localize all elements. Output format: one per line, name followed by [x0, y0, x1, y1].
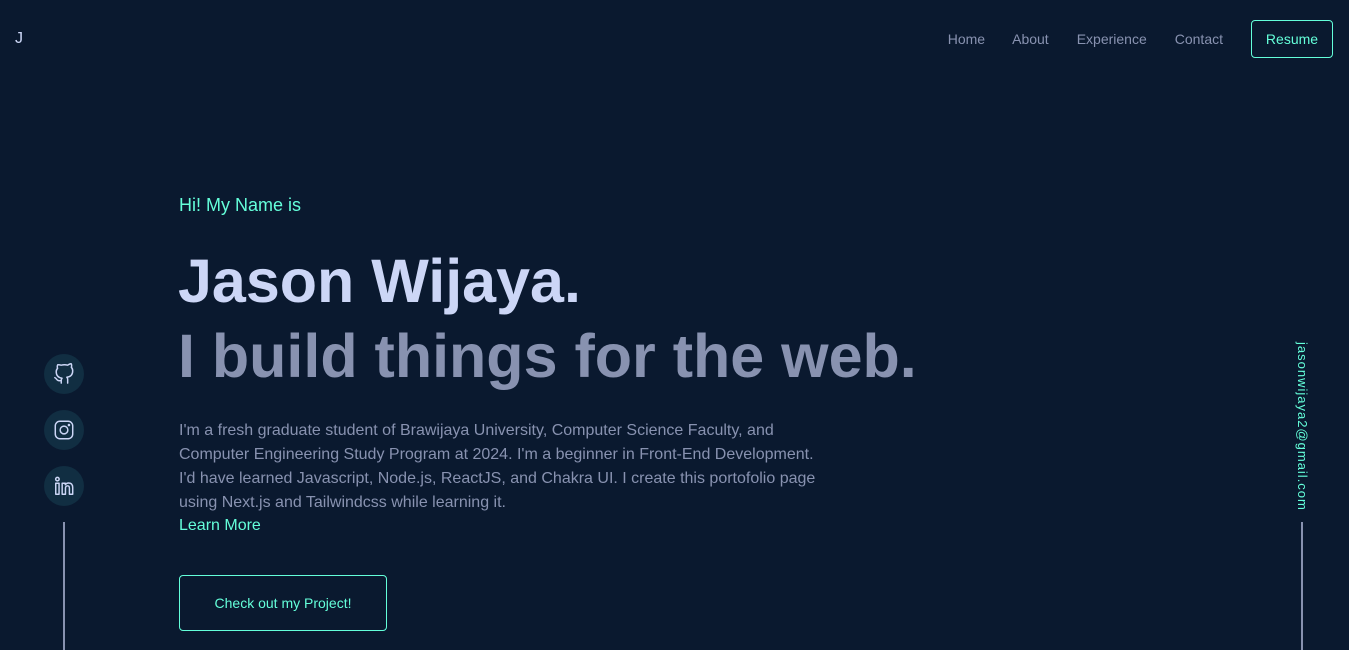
bio-line: Computer Engineering Study Program at 20…: [179, 446, 814, 463]
logo[interactable]: J: [15, 30, 23, 48]
github-link[interactable]: [44, 354, 84, 394]
learn-more-link[interactable]: Learn More: [179, 514, 261, 538]
page: J Home About Experience Contact Resume H…: [0, 0, 1349, 650]
nav-home[interactable]: Home: [948, 20, 985, 58]
bio-line: using Next.js and Tailwindcss while lear…: [179, 494, 506, 511]
instagram-icon: [53, 419, 75, 441]
bio-line: I'm a fresh graduate student of Brawijay…: [179, 422, 774, 439]
linkedin-icon: [53, 475, 75, 497]
hero-name: Jason Wijaya.: [178, 247, 581, 315]
resume-button[interactable]: Resume: [1251, 20, 1333, 58]
greeting: Hi! My Name is: [179, 195, 302, 215]
main-nav: Home About Experience Contact Resume: [948, 20, 1333, 58]
right-divider-line: [1301, 522, 1303, 650]
email-link[interactable]: jasonwijaya2@gmail.com: [1290, 342, 1310, 512]
linkedin-link[interactable]: [44, 466, 84, 506]
nav-contact[interactable]: Contact: [1175, 20, 1223, 58]
github-icon: [53, 363, 75, 385]
bio-line: I'd have learned Javascript, Node.js, Re…: [179, 470, 816, 487]
instagram-link[interactable]: [44, 410, 84, 450]
nav-about[interactable]: About: [1012, 20, 1049, 58]
hero-tagline: I build things for the web.: [178, 322, 917, 390]
check-project-button[interactable]: Check out my Project!: [179, 575, 387, 631]
left-divider-line: [63, 522, 65, 650]
nav-experience[interactable]: Experience: [1077, 20, 1147, 58]
bio: I'm a fresh graduate student of Brawijay…: [179, 419, 839, 515]
